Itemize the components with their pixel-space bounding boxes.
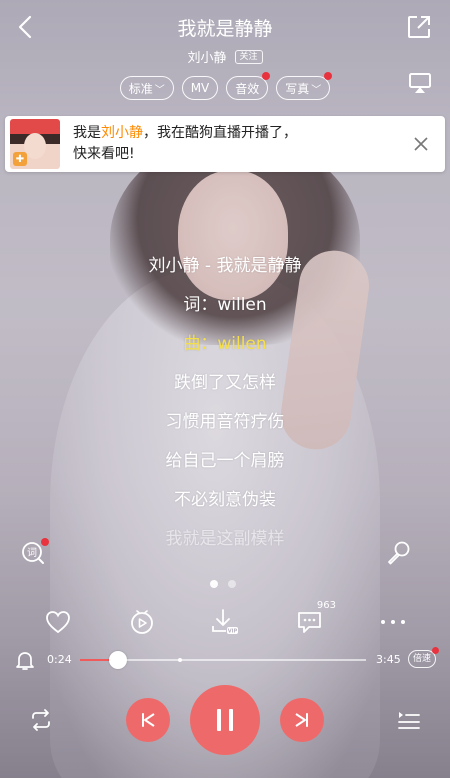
svg-text:VIP: VIP bbox=[228, 629, 238, 635]
lyric-line: 给自己一个肩膀 bbox=[165, 451, 285, 471]
follow-button[interactable]: 关注 bbox=[234, 49, 263, 64]
notification-text: 我是刘小静，我在酷狗直播开播了， 快来看吧! bbox=[73, 125, 297, 162]
bell-icon[interactable] bbox=[14, 649, 36, 671]
mode-tags: 标准 ﹀ MV 音效 写真 ﹀ bbox=[0, 72, 450, 100]
pause-icon bbox=[217, 709, 233, 731]
notification-dot bbox=[324, 72, 333, 80]
avatar: ✚ bbox=[10, 119, 60, 169]
progress-marker bbox=[178, 658, 183, 662]
mv-button[interactable] bbox=[126, 606, 158, 638]
chevron-down-icon: ﹀ bbox=[154, 84, 165, 96]
action-bar: VIP 963 bbox=[0, 600, 450, 642]
comment-count: 963 bbox=[316, 600, 336, 611]
progress-knob[interactable] bbox=[109, 651, 128, 669]
page-dot bbox=[228, 580, 236, 588]
close-icon bbox=[414, 137, 428, 151]
repeat-icon[interactable] bbox=[28, 707, 54, 733]
cast-icon[interactable] bbox=[408, 72, 432, 94]
pause-button[interactable] bbox=[190, 685, 260, 755]
notification-dot bbox=[432, 647, 440, 654]
more-button[interactable] bbox=[377, 606, 409, 638]
player-header: 我就是静静 刘小静 关注 标准 ﹀ MV 音效 写真 ﹀ bbox=[0, 0, 450, 110]
previous-button[interactable] bbox=[126, 698, 170, 742]
total-time: 3:45 bbox=[376, 653, 401, 666]
artist-row: 刘小静 关注 bbox=[0, 47, 450, 66]
mv-tag[interactable]: MV bbox=[181, 76, 219, 100]
download-vip-icon: VIP bbox=[212, 609, 238, 635]
notification-dot bbox=[262, 72, 271, 80]
progress-slider[interactable] bbox=[80, 651, 366, 669]
playlist-icon[interactable] bbox=[396, 707, 422, 733]
skip-next-icon bbox=[295, 713, 308, 727]
more-icon bbox=[381, 620, 405, 624]
svg-text:词: 词 bbox=[27, 547, 37, 559]
lyric-line: 跌倒了又怎样 bbox=[174, 373, 276, 393]
page-indicator bbox=[210, 580, 236, 588]
playback-speed-button[interactable]: 倍速 bbox=[408, 647, 440, 668]
chevron-down-icon: ﹀ bbox=[311, 84, 322, 96]
sound-effect-tag[interactable]: 音效 bbox=[226, 72, 271, 100]
lyric-line: 刘小静 - 我就是静静 bbox=[148, 256, 302, 276]
lyric-line: 不必刻意伪装 bbox=[174, 490, 276, 510]
progress-row: 0:24 3:45 倍速 bbox=[0, 647, 450, 672]
page-dot-active bbox=[210, 580, 218, 588]
next-button[interactable] bbox=[280, 698, 324, 742]
video-play-icon bbox=[131, 610, 153, 634]
lyric-line-current: 曲：willen bbox=[183, 334, 267, 354]
microphone-icon[interactable] bbox=[386, 540, 412, 566]
photo-tag[interactable]: 写真 ﹀ bbox=[276, 72, 333, 100]
current-time: 0:24 bbox=[47, 653, 72, 666]
notification-dot bbox=[41, 538, 49, 546]
song-title: 我就是静静 bbox=[177, 18, 273, 40]
lyrics-panel[interactable]: 刘小静 - 我就是静静 词：willen 曲：willen 跌倒了又怎样 习惯用… bbox=[0, 250, 450, 562]
lyric-line: 词：willen bbox=[183, 295, 267, 315]
skip-previous-icon bbox=[142, 713, 155, 727]
lyric-line: 习惯用音符疗伤 bbox=[165, 412, 285, 432]
comment-icon bbox=[298, 612, 321, 633]
player-controls bbox=[0, 680, 450, 760]
lyric-line: 我就是这副模样 bbox=[165, 529, 285, 549]
like-button[interactable] bbox=[42, 606, 74, 638]
quality-tag[interactable]: 标准 ﹀ bbox=[119, 76, 174, 100]
artist-name[interactable]: 刘小静 bbox=[187, 47, 226, 66]
comments-button[interactable]: 963 bbox=[294, 600, 336, 638]
lyrics-search-button[interactable]: 词 bbox=[20, 538, 49, 566]
share-icon[interactable] bbox=[406, 14, 432, 40]
close-button[interactable] bbox=[401, 124, 441, 164]
download-button[interactable]: VIP bbox=[209, 606, 241, 638]
live-badge-icon: ✚ bbox=[13, 152, 27, 166]
heart-icon bbox=[46, 611, 70, 634]
live-notification[interactable]: ✚ 我是刘小静，我在酷狗直播开播了， 快来看吧! bbox=[5, 116, 445, 172]
